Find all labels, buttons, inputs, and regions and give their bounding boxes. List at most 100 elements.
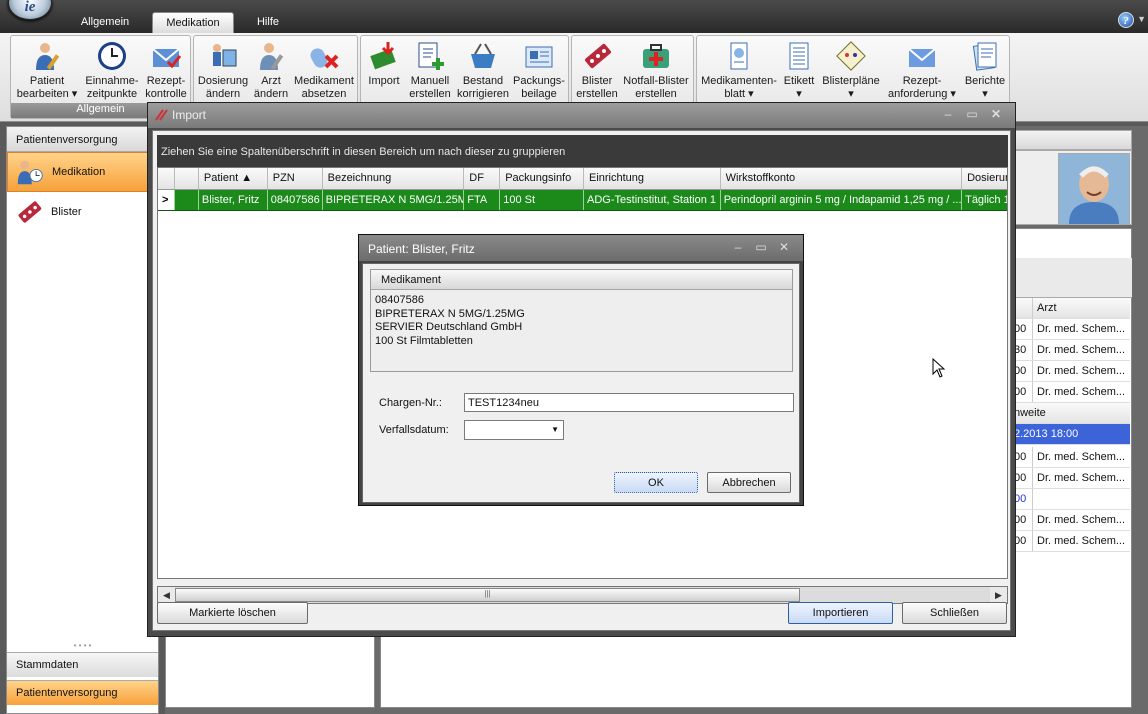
help-icon[interactable]: ?	[1118, 12, 1134, 28]
tab-medikation[interactable]: Medikation	[152, 12, 234, 33]
scroll-right-icon[interactable]: ▶	[990, 587, 1007, 603]
column-header-pzn[interactable]: PZN	[268, 168, 323, 189]
manual-create-button[interactable]: Manuell erstellen	[405, 36, 455, 106]
minimize-icon[interactable]: –	[727, 240, 749, 256]
close-icon[interactable]: ✕	[773, 240, 795, 256]
table-cell-bezeichnung: BIPRETERAX N 5MG/1.25MG	[323, 190, 465, 210]
table-cell: Dr. med. Schem...	[1037, 386, 1126, 398]
cancel-button[interactable]: Abbrechen	[707, 472, 791, 493]
grid-header: Patient ▲ PZN Bezeichnung DF Packungsinf…	[158, 168, 1007, 190]
envelope-check-icon	[152, 48, 182, 69]
column-header-patient[interactable]: Patient ▲	[199, 168, 268, 189]
scrollbar-thumb[interactable]: |||	[175, 588, 800, 602]
button-label: beilage	[521, 88, 557, 100]
import-submit-button[interactable]: Importieren	[788, 602, 893, 624]
close-button[interactable]: Schließen	[902, 602, 1007, 624]
medication-sheet-button[interactable]: Medikamenten- blatt ▾	[699, 36, 779, 106]
patient-dialog-titlebar[interactable]: Patient: Blister, Fritz – ▭ ✕	[359, 235, 803, 261]
table-row[interactable]: 30 Dr. med. Schem...	[1012, 340, 1130, 361]
column-header-reichweite[interactable]: nweite	[1012, 403, 1130, 423]
change-dosage-button[interactable]: Dosierung ändern	[196, 36, 250, 106]
button-label: korrigieren	[457, 88, 509, 100]
button-label: ▾	[848, 88, 854, 100]
correct-stock-button[interactable]: Bestand korrigieren	[455, 36, 511, 106]
table-row[interactable]: 00 Dr. med. Schem...	[1012, 531, 1130, 552]
prescription-check-button[interactable]: Rezept- kontrolle	[143, 36, 189, 106]
table-row[interactable]: 00 Dr. med. Schem...	[1012, 447, 1130, 468]
expiry-date-label: Verfallsdatum:	[379, 424, 449, 436]
column-header-wirkstoffkonto[interactable]: Wirkstoffkonto	[721, 168, 963, 189]
button-label: Berichte	[964, 75, 1006, 87]
table-row[interactable]: 00	[1012, 489, 1130, 510]
app-menu-button[interactable]: ie	[8, 0, 52, 20]
package-leaflet-button[interactable]: Packungs- beilage	[511, 36, 567, 106]
sidebar-item-patientenversorgung[interactable]: Patientenversorgung	[7, 680, 158, 705]
tab-hilfe[interactable]: Hilfe	[244, 12, 292, 33]
panel-header	[1012, 130, 1132, 150]
table-cell-dosierung: Täglich 1-	[965, 194, 1007, 206]
sidebar-item-label: Blister	[51, 206, 82, 218]
ok-button[interactable]: OK	[614, 472, 698, 493]
emergency-blister-button[interactable]: Notfall-Blister erstellen	[620, 36, 692, 106]
table-row[interactable]: 00 Dr. med. Schem...	[1012, 382, 1130, 403]
table-cell	[175, 190, 199, 210]
patient-list-panel	[165, 636, 375, 708]
column-header-einrichtung[interactable]: Einrichtung	[584, 168, 721, 189]
discontinue-medication-button[interactable]: Medikament absetzen	[292, 36, 356, 106]
button-label: Etikett	[783, 75, 815, 87]
reports-button[interactable]: Berichte ▾	[961, 36, 1009, 106]
medication-sheet-icon	[730, 42, 748, 70]
blister-icon	[18, 201, 42, 223]
sidebar-item-stammdaten[interactable]: Stammdaten	[7, 652, 158, 677]
minimize-icon[interactable]: –	[937, 107, 959, 123]
sidebar-item-medikation[interactable]: Medikation	[7, 152, 158, 192]
chevron-down-icon[interactable]: ▼	[1137, 14, 1146, 24]
tab-allgemein[interactable]: Allgemein	[68, 12, 142, 33]
column-header-bezeichnung[interactable]: Bezeichnung	[323, 168, 465, 189]
label-button[interactable]: Etikett ▾	[779, 36, 819, 106]
button-label: Packungs-	[513, 75, 565, 87]
column-header-packungsinfo[interactable]: Packungsinfo	[500, 168, 584, 189]
button-label: Bestand	[462, 75, 504, 87]
button-label: zeitpunkte	[86, 88, 138, 100]
button-label: Medikamenten-	[701, 75, 777, 87]
maximize-icon[interactable]: ▭	[961, 107, 983, 123]
chevron-down-icon[interactable]: ▼	[551, 425, 559, 434]
table-row-selected[interactable]: 2.2013 18:00	[1012, 424, 1130, 445]
scroll-left-icon[interactable]: ◀	[158, 587, 175, 603]
maximize-icon[interactable]: ▭	[750, 240, 772, 256]
table-cell-packungsinfo: 100 St	[500, 190, 585, 210]
sidebar-item-blister[interactable]: Blister	[7, 192, 158, 232]
column-header-df[interactable]: DF	[464, 168, 501, 189]
column-header-dosierung[interactable]: Dosierung	[962, 168, 1007, 189]
change-doctor-button[interactable]: Arzt ändern	[250, 36, 292, 106]
table-row[interactable]: 00 Dr. med. Schem...	[1012, 361, 1130, 382]
table-row[interactable]: 00 Dr. med. Schem...	[1012, 319, 1130, 340]
prescription-request-icon	[908, 48, 936, 67]
delete-marked-button[interactable]: Markierte löschen	[157, 602, 308, 624]
medication-package: 100 St Filmtabletten	[375, 334, 473, 347]
batch-number-input[interactable]: TEST1234neu	[464, 393, 794, 412]
table-row[interactable]: 00 Dr. med. Schem...	[1012, 510, 1130, 531]
close-icon[interactable]: ✕	[985, 107, 1007, 123]
column-header[interactable]	[175, 168, 199, 189]
table-row[interactable]: > Blister, Fritz 08407586 BIPRETERAX N 5…	[158, 190, 1007, 211]
mouse-cursor-icon	[932, 358, 946, 378]
import-button[interactable]: Import	[363, 36, 405, 106]
intake-times-button[interactable]: Einnahme- zeitpunkte	[81, 36, 143, 106]
import-window-titlebar[interactable]: Import – ▭ ✕	[148, 103, 1015, 128]
patient-dialog: Patient: Blister, Fritz – ▭ ✕ Medikament…	[358, 234, 804, 506]
splitter-grip[interactable]: • • • •	[7, 641, 158, 650]
table-row[interactable]: 00 Dr. med. Schem...	[1012, 468, 1130, 489]
column-header-arzt[interactable]: Arzt	[1033, 298, 1130, 318]
medication-pzn: 08407586	[375, 294, 424, 306]
button-label: Notfall-Blister	[623, 75, 689, 87]
patient-edit-button[interactable]: Patient bearbeiten ▾	[13, 36, 81, 106]
group-by-area[interactable]: Ziehen Sie eine Spaltenüberschrift in di…	[157, 135, 1008, 167]
button-label: kontrolle	[145, 88, 187, 100]
create-blister-button[interactable]: Blister erstellen	[574, 36, 620, 106]
prescription-request-button[interactable]: Rezept- anforderung ▾	[883, 36, 961, 106]
blister-plans-button[interactable]: Blisterpläne ▾	[819, 36, 883, 106]
medication-manufacturer: SERVIER Deutschland GmbH	[375, 321, 523, 333]
expiry-date-picker[interactable]: ▼	[464, 420, 564, 440]
